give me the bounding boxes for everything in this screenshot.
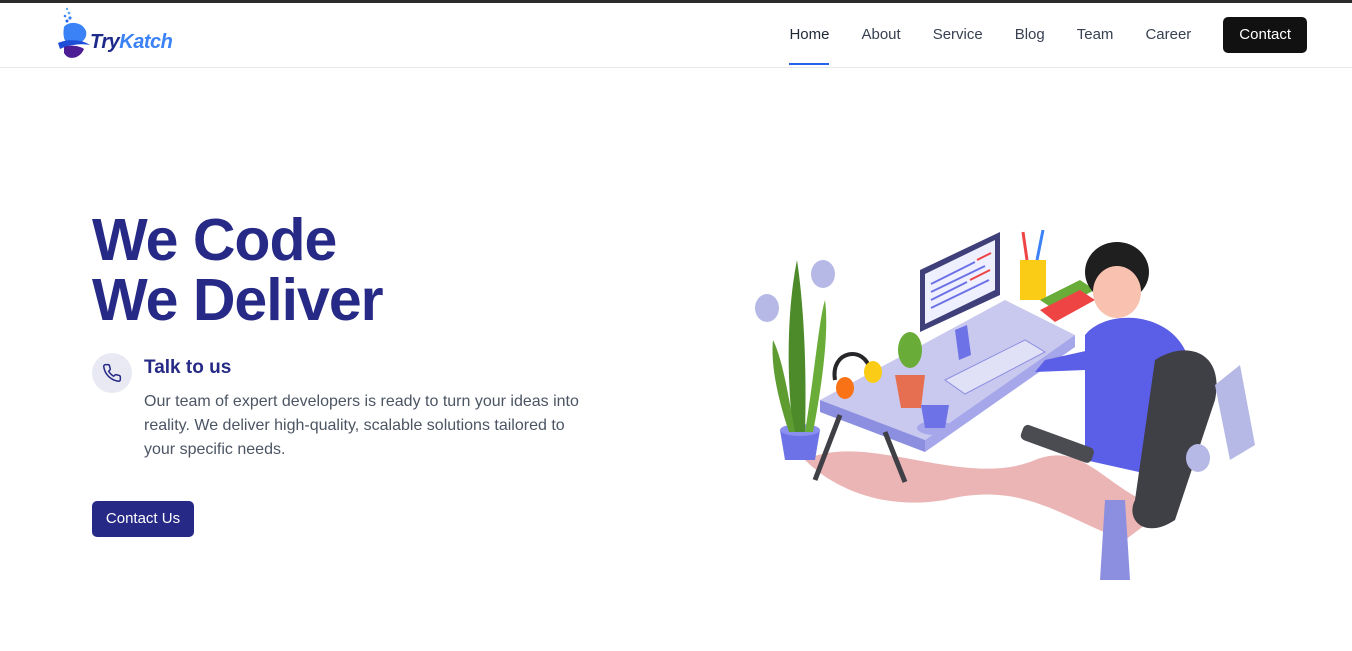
- nav-about[interactable]: About: [861, 17, 900, 53]
- pencil-cup: [1020, 260, 1046, 300]
- contact-us-button[interactable]: Contact Us: [92, 501, 194, 537]
- logo-text-try: Try: [90, 31, 120, 53]
- chair-stem: [1100, 500, 1130, 580]
- decor-oval-top: [811, 260, 835, 288]
- hero-title-line-2: We Deliver: [92, 267, 384, 333]
- headset-ear-right: [864, 361, 882, 383]
- talk-description: Our team of expert developers is ready t…: [144, 393, 579, 458]
- nav-team[interactable]: Team: [1077, 17, 1114, 53]
- headset-ear-left: [836, 377, 854, 399]
- site-header: TryKatch Home About Service Blog Team Ca…: [0, 3, 1352, 68]
- developer-illustration: [755, 229, 1255, 580]
- brand-logo[interactable]: TryKatch: [56, 5, 173, 65]
- talk-title: Talk to us: [144, 357, 232, 378]
- decor-oval-left: [755, 294, 779, 322]
- hero-title-line-1: We Code: [92, 207, 337, 273]
- pencil-1: [1021, 231, 1029, 261]
- logo-wordmark: TryKatch: [90, 31, 173, 54]
- coffee-cup: [921, 405, 949, 428]
- nav-blog[interactable]: Blog: [1015, 17, 1045, 53]
- phone-icon: [92, 353, 132, 393]
- nav-home[interactable]: Home: [789, 17, 830, 65]
- nav-service[interactable]: Service: [933, 17, 983, 53]
- person-face: [1093, 266, 1141, 318]
- logo-text-katch: Katch: [119, 31, 173, 53]
- pencil-2: [1035, 229, 1045, 261]
- nav-career[interactable]: Career: [1145, 17, 1191, 53]
- decor-panel-1: [1215, 365, 1255, 460]
- decor-oval-right: [1186, 444, 1210, 472]
- hero-title: We Code We Deliver: [92, 207, 384, 333]
- contact-button[interactable]: Contact: [1223, 17, 1307, 53]
- main-nav: Home About Service Blog Team Career Cont…: [789, 17, 1307, 65]
- cactus-main: [788, 260, 806, 432]
- small-cactus: [898, 332, 922, 368]
